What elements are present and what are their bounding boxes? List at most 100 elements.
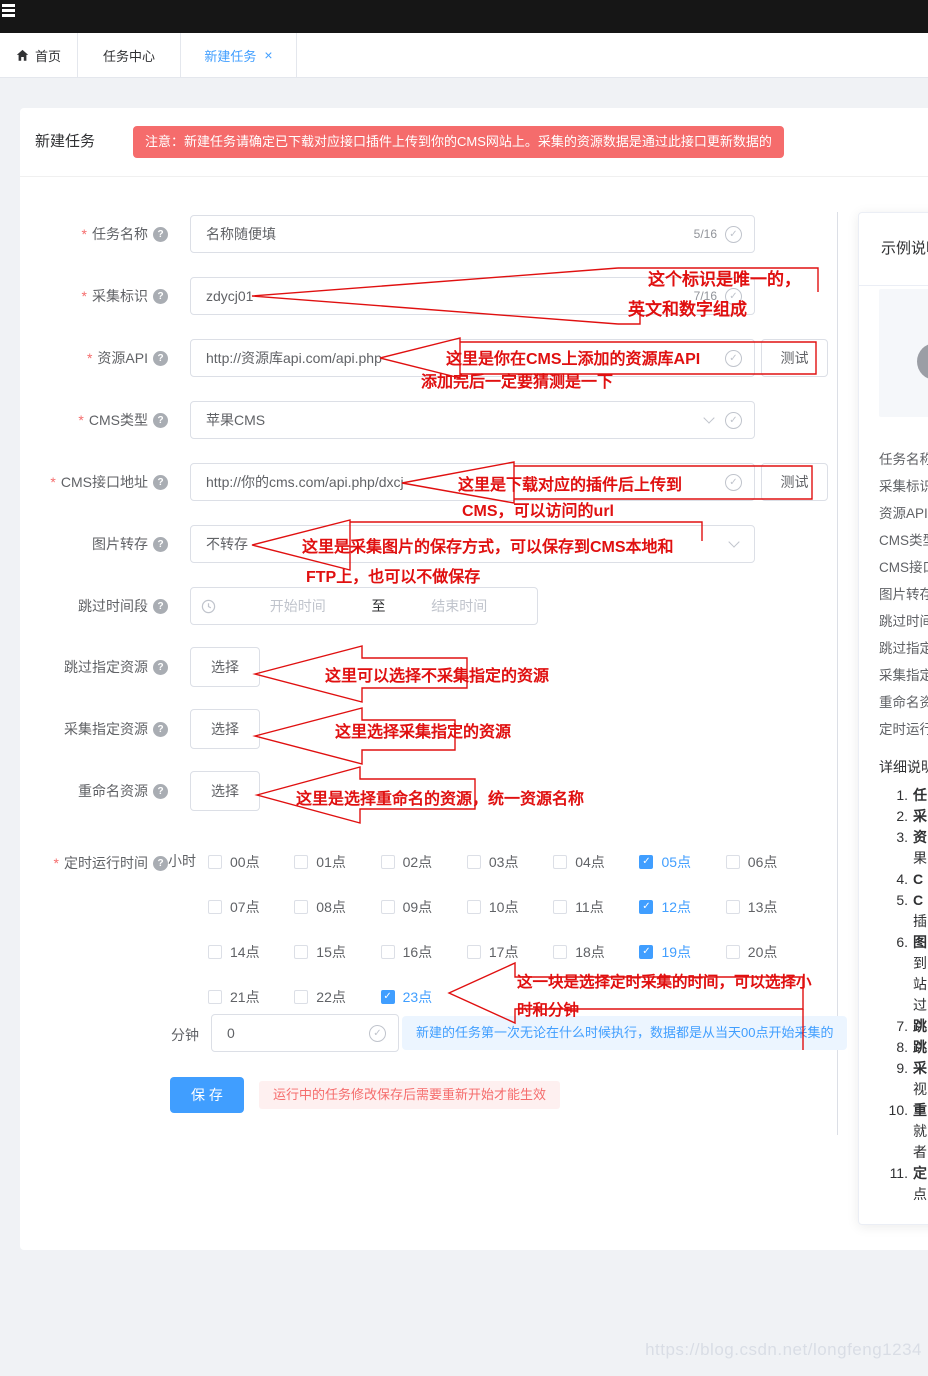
- hour-checkbox-06点[interactable]: 06点: [726, 852, 812, 872]
- collect-resource-select-button[interactable]: 选择: [190, 709, 260, 749]
- hour-checkbox-04点[interactable]: 04点: [553, 852, 639, 872]
- minute-label: 分钟: [171, 1025, 199, 1045]
- close-tab-icon[interactable]: ×: [264, 47, 272, 63]
- help-icon[interactable]: ?: [153, 351, 168, 366]
- resource-api-input[interactable]: http://资源库api.com/api.php ✓: [190, 339, 755, 377]
- hour-label: 07点: [230, 897, 260, 917]
- minute-input[interactable]: 0 ✓: [211, 1014, 399, 1052]
- valid-check-icon: ✓: [725, 350, 742, 367]
- test-cms-api-button[interactable]: 测试: [761, 463, 828, 501]
- hour-checkbox-07点[interactable]: 07点: [208, 897, 294, 917]
- hour-row: 00点 01点 02点 03点 04点✓05点 06点: [208, 839, 828, 884]
- required-asterisk: *: [78, 412, 83, 428]
- checkbox-icon[interactable]: [726, 945, 740, 959]
- hour-label: 08点: [316, 897, 346, 917]
- hour-checkbox-14点[interactable]: 14点: [208, 942, 294, 962]
- start-time-placeholder[interactable]: 开始时间: [230, 596, 366, 616]
- help-icon[interactable]: ?: [153, 413, 168, 428]
- tab-home[interactable]: 首页: [0, 33, 78, 77]
- hour-checkbox-23点[interactable]: ✓ 23点: [381, 987, 467, 1007]
- hour-label: 03点: [489, 852, 519, 872]
- hour-checkbox-00点[interactable]: 00点: [208, 852, 294, 872]
- checkbox-icon[interactable]: [726, 900, 740, 914]
- hour-label: 01点: [316, 852, 346, 872]
- hour-checkbox-18点[interactable]: 18点: [553, 942, 639, 962]
- cms-api-input[interactable]: http://你的cms.com/api.php/dxcj ✓: [190, 463, 755, 501]
- checkbox-icon[interactable]: ✓: [381, 990, 395, 1004]
- hour-checkbox-21点[interactable]: 21点: [208, 987, 294, 1007]
- hour-checkbox-08点[interactable]: 08点: [294, 897, 380, 917]
- collect-id-input[interactable]: zdycj01 7/16 ✓: [190, 277, 755, 315]
- hour-checkbox-13点[interactable]: 13点: [726, 897, 812, 917]
- hour-checkbox-03点[interactable]: 03点: [467, 852, 553, 872]
- checkbox-icon[interactable]: ✓: [639, 900, 653, 914]
- checkbox-icon[interactable]: [726, 855, 740, 869]
- input-value: zdycj01: [206, 288, 686, 304]
- help-icon[interactable]: ?: [153, 784, 168, 799]
- example-image-placeholder: i: [879, 289, 928, 417]
- skip-resource-select-button[interactable]: 选择: [190, 647, 260, 687]
- help-icon[interactable]: ?: [153, 289, 168, 304]
- save-button[interactable]: 保 存: [170, 1077, 244, 1113]
- detail-item-continuation: 点: [859, 1184, 928, 1205]
- hour-checkbox-20点[interactable]: 20点: [726, 942, 812, 962]
- image-transfer-select[interactable]: 不转存: [190, 525, 755, 563]
- help-icon[interactable]: ?: [153, 599, 168, 614]
- help-icon[interactable]: ?: [153, 856, 168, 871]
- hour-checkbox-22点[interactable]: 22点: [294, 987, 380, 1007]
- checkbox-icon[interactable]: [208, 945, 222, 959]
- checkbox-icon[interactable]: [208, 900, 222, 914]
- hour-checkbox-02点[interactable]: 02点: [381, 852, 467, 872]
- tab-new-task[interactable]: 新建任务 ×: [181, 33, 297, 77]
- test-resource-api-button[interactable]: 测试: [761, 339, 828, 377]
- task-name-input[interactable]: 名称随便填 5/16 ✓: [190, 215, 755, 253]
- selected-value: 不转存: [206, 534, 722, 554]
- hour-checkbox-10点[interactable]: 10点: [467, 897, 553, 917]
- hour-checkbox-16点[interactable]: 16点: [381, 942, 467, 962]
- hour-checkbox-01点[interactable]: 01点: [294, 852, 380, 872]
- cms-type-select[interactable]: 苹果CMS ✓: [190, 401, 755, 439]
- checkbox-icon[interactable]: [294, 900, 308, 914]
- hamburger-menu-icon[interactable]: [2, 4, 16, 20]
- checkbox-icon[interactable]: [467, 855, 481, 869]
- checkbox-icon[interactable]: [381, 855, 395, 869]
- checkbox-icon[interactable]: [553, 945, 567, 959]
- task-name-label: 任务名称: [92, 224, 148, 244]
- hour-label: 23点: [403, 987, 433, 1007]
- rename-resource-select-button[interactable]: 选择: [190, 771, 260, 811]
- detail-item: 10.重: [859, 1100, 928, 1121]
- checkbox-icon[interactable]: [208, 990, 222, 1004]
- help-icon[interactable]: ?: [153, 660, 168, 675]
- hour-label: 06点: [748, 852, 778, 872]
- checkbox-icon[interactable]: ✓: [639, 945, 653, 959]
- form-row-skip-time: 跳过时间段? 开始时间 至 结束时间: [40, 586, 538, 626]
- checkbox-icon[interactable]: [381, 945, 395, 959]
- checkbox-icon[interactable]: [294, 945, 308, 959]
- checkbox-icon[interactable]: [381, 900, 395, 914]
- help-icon[interactable]: ?: [153, 537, 168, 552]
- hour-checkbox-11点[interactable]: 11点: [553, 897, 639, 917]
- checkbox-icon[interactable]: [467, 945, 481, 959]
- help-icon[interactable]: ?: [153, 475, 168, 490]
- checkbox-icon[interactable]: ✓: [639, 855, 653, 869]
- checkbox-icon[interactable]: [467, 900, 481, 914]
- help-icon[interactable]: ?: [153, 722, 168, 737]
- hour-checkbox-09点[interactable]: 09点: [381, 897, 467, 917]
- end-time-placeholder[interactable]: 结束时间: [392, 596, 528, 616]
- checkbox-icon[interactable]: [294, 990, 308, 1004]
- hour-checkbox-15点[interactable]: 15点: [294, 942, 380, 962]
- hour-checkbox-17点[interactable]: 17点: [467, 942, 553, 962]
- hour-label: 14点: [230, 942, 260, 962]
- help-icon[interactable]: ?: [153, 227, 168, 242]
- checkbox-icon[interactable]: [208, 855, 222, 869]
- checkbox-icon[interactable]: [553, 855, 567, 869]
- hour-checkbox-12点[interactable]: ✓12点: [639, 897, 725, 917]
- detail-item-continuation: 视: [859, 1079, 928, 1100]
- tab-task-center[interactable]: 任务中心: [78, 33, 181, 77]
- time-range-picker[interactable]: 开始时间 至 结束时间: [190, 587, 538, 625]
- checkbox-icon[interactable]: [294, 855, 308, 869]
- checkbox-icon[interactable]: [553, 900, 567, 914]
- hour-checkbox-19点[interactable]: ✓19点: [639, 942, 725, 962]
- hour-checkbox-05点[interactable]: ✓05点: [639, 852, 725, 872]
- valid-check-icon: ✓: [725, 474, 742, 491]
